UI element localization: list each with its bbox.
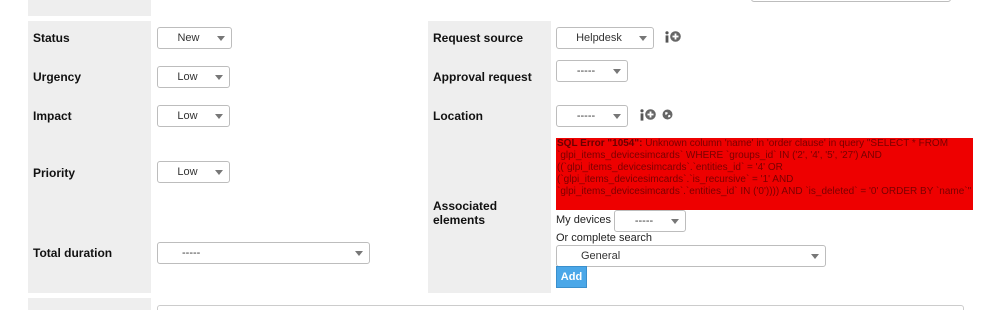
complete-search-select[interactable]: General <box>556 245 826 267</box>
associated-elements-label-line2: elements <box>433 213 486 227</box>
approval-request-value: ----- <box>576 65 596 77</box>
status-label: Status <box>33 31 70 45</box>
chevron-down-icon <box>217 36 225 41</box>
chevron-down-icon <box>215 75 223 80</box>
chevron-down-icon <box>671 219 679 224</box>
approval-request-select[interactable]: ----- <box>556 60 628 82</box>
chevron-down-icon <box>215 114 223 119</box>
status-value: New <box>177 32 200 44</box>
total-duration-value: ----- <box>182 247 201 259</box>
globe-icon[interactable] <box>662 109 673 120</box>
top-partial-select[interactable] <box>751 0 951 2</box>
location-label: Location <box>433 109 483 123</box>
status-select[interactable]: New <box>157 27 232 49</box>
urgency-value: Low <box>177 71 198 83</box>
priority-value: Low <box>177 166 198 178</box>
chevron-down-icon <box>215 170 223 175</box>
sql-error-title: SQL Error "1054": <box>557 138 643 149</box>
chevron-down-icon <box>613 114 621 119</box>
chevron-down-icon <box>811 254 819 259</box>
associated-elements-label: Associated elements <box>433 199 497 227</box>
priority-label: Priority <box>33 166 76 180</box>
associated-elements-label-line1: Associated <box>433 199 498 213</box>
impact-label: Impact <box>33 109 72 123</box>
add-icon[interactable] <box>670 31 681 42</box>
chevron-down-icon <box>639 36 647 41</box>
request-source-select[interactable]: Helpdesk <box>556 27 654 49</box>
bottom-partial-field[interactable] <box>157 305 964 310</box>
location-select[interactable]: ----- <box>556 105 628 127</box>
complete-search-value: General <box>581 250 621 262</box>
request-source-label: Request source <box>433 31 524 45</box>
my-devices-select[interactable]: ----- <box>614 210 686 232</box>
impact-select[interactable]: Low <box>157 105 230 127</box>
add-icon[interactable] <box>645 109 656 120</box>
chevron-down-icon <box>355 251 363 256</box>
request-source-value: Helpdesk <box>576 32 622 44</box>
location-value: ----- <box>576 110 596 122</box>
complete-search-label: Or complete search <box>556 232 652 244</box>
add-button[interactable]: Add <box>556 266 587 288</box>
total-duration-label: Total duration <box>33 246 113 260</box>
my-devices-label: My devices <box>556 214 612 226</box>
approval-request-label: Approval request <box>433 70 532 84</box>
my-devices-value: ----- <box>634 215 654 227</box>
urgency-select[interactable]: Low <box>157 66 230 88</box>
total-duration-select[interactable]: ----- <box>157 242 370 264</box>
urgency-label: Urgency <box>33 70 82 84</box>
priority-select[interactable]: Low <box>157 161 230 183</box>
bottom-label-cell <box>28 298 151 310</box>
chevron-down-icon <box>613 69 621 74</box>
sql-error-message: SQL Error "1054": Unknown column 'name' … <box>556 138 973 210</box>
impact-value: Low <box>177 110 198 122</box>
right-label-column <box>428 21 551 293</box>
top-label-cell <box>28 0 151 16</box>
